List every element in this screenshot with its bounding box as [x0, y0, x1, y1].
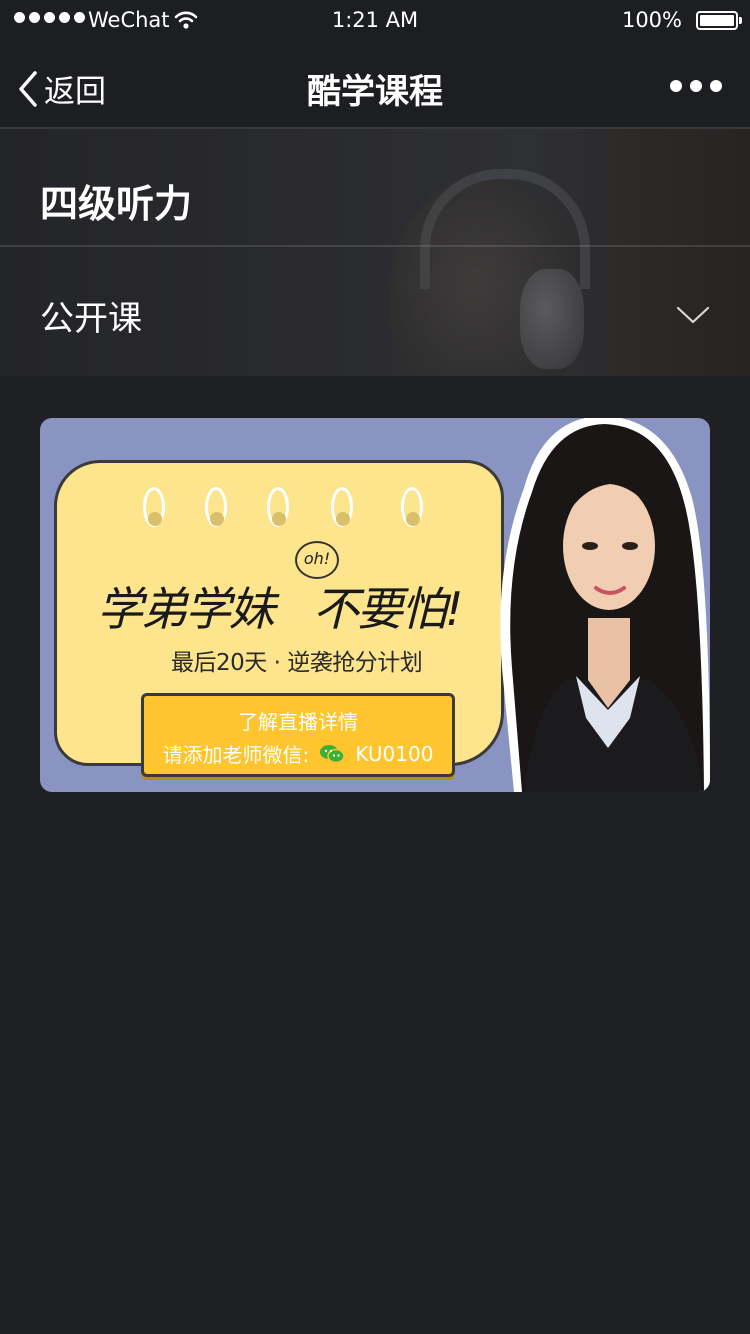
screen: WeChat 1:21 AM 100% 返回 酷学课程 四级听力 公开课 oh!…: [0, 0, 750, 1334]
ring-icon: [401, 487, 423, 527]
banner-subline: 最后20天 · 逆袭抢分计划: [171, 650, 423, 676]
course-category: 公开课: [40, 299, 142, 339]
status-bar: WeChat 1:21 AM 100%: [0, 0, 750, 42]
ring-icon: [267, 487, 289, 527]
battery-icon: [696, 11, 742, 30]
teacher-photo: [500, 418, 710, 792]
cta-line1: 了解直播详情: [238, 710, 358, 734]
chevron-down-icon[interactable]: [676, 305, 710, 329]
cta-button[interactable]: 了解直播详情 请添加老师微信: KU0100: [141, 693, 455, 777]
course-title: 四级听力: [40, 182, 193, 226]
banner-headline: 学弟学妹 不要怕!: [97, 573, 463, 639]
ring-icon: [205, 487, 227, 527]
notepad-card: oh! 学弟学妹 不要怕! 最后20天 · 逆袭抢分计划 了解直播详情 请添加老师…: [54, 460, 504, 777]
promo-banner[interactable]: oh! 学弟学妹 不要怕! 最后20天 · 逆袭抢分计划 了解直播详情 请添加老师…: [40, 418, 710, 792]
wechat-icon: [320, 744, 346, 763]
ring-icon: [331, 487, 353, 527]
header-divider: [0, 245, 750, 247]
more-dots-icon[interactable]: [670, 80, 722, 92]
cta-prompt: 请添加老师微信:: [162, 743, 310, 767]
course-header: 四级听力 公开课: [0, 129, 750, 376]
nav-bar: 返回 酷学课程: [0, 42, 750, 129]
battery-percent: 100%: [621, 8, 682, 32]
wechat-id: KU0100: [355, 741, 434, 766]
headline-part2: 不要怕!: [313, 582, 463, 636]
page-title: 酷学课程: [307, 72, 443, 112]
headline-part1: 学弟学妹: [97, 582, 275, 636]
cta-line2: 请添加老师微信: KU0100: [144, 739, 452, 768]
ring-icon: [143, 487, 165, 527]
